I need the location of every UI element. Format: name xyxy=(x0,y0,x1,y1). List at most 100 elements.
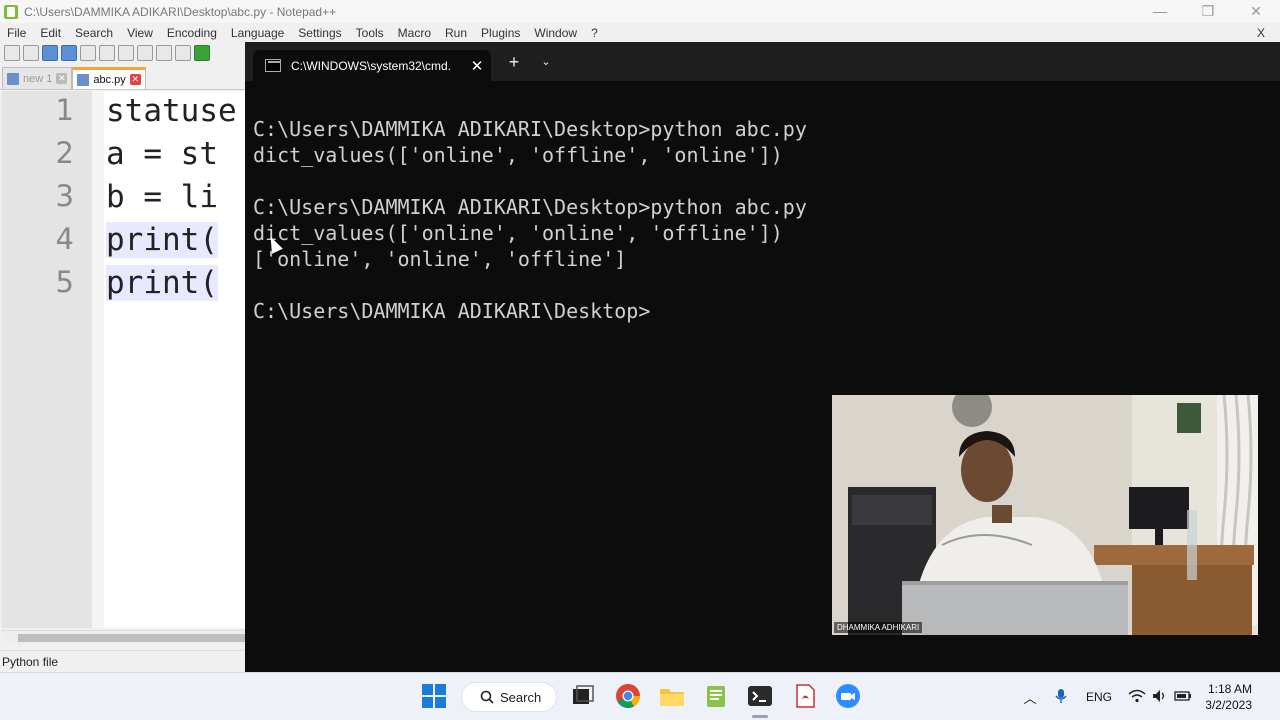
menu-run[interactable]: Run xyxy=(438,26,474,40)
horizontal-scrollbar[interactable] xyxy=(2,630,245,644)
terminal-line: dict_values(['online', 'online', 'offlin… xyxy=(253,221,783,245)
file-explorer-icon[interactable] xyxy=(659,683,685,709)
notepad-plus-plus-icon xyxy=(4,4,18,19)
npp-toolbar xyxy=(0,42,245,64)
print-icon[interactable] xyxy=(118,45,134,61)
line-number: 3 xyxy=(55,179,74,213)
close-button[interactable]: ✕ xyxy=(1232,0,1280,23)
terminal-line: dict_values(['online', 'offline', 'onlin… xyxy=(253,143,783,167)
menu-edit[interactable]: Edit xyxy=(33,26,68,40)
line-number: 5 xyxy=(55,265,74,299)
menu-plugins[interactable]: Plugins xyxy=(474,26,527,40)
webcam-overlay: DHAMMIKA ADHIKARI xyxy=(832,395,1258,635)
line-number: 1 xyxy=(55,93,74,127)
chrome-icon[interactable] xyxy=(615,683,641,709)
minimize-button[interactable]: — xyxy=(1136,0,1184,23)
clock-time: 1:18 AM xyxy=(1207,682,1252,696)
terminal-tab-bar: C:\WINDOWS\system32\cmd. ✕ + ⌄ xyxy=(245,42,1280,81)
microphone-icon[interactable] xyxy=(1048,688,1074,707)
open-file-icon[interactable] xyxy=(23,45,39,61)
code-line: b = li xyxy=(106,179,218,215)
taskbar-search-box[interactable]: Search xyxy=(461,682,557,712)
windows-taskbar: Search ︿ ENG 1:18 AM 3/2/2023 xyxy=(0,672,1280,720)
code-line: statuse xyxy=(106,93,237,129)
webcam-video-image xyxy=(832,395,1258,635)
menu-view[interactable]: View xyxy=(120,26,160,40)
new-file-icon[interactable] xyxy=(4,45,20,61)
terminal-line: C:\Users\DAMMIKA ADIKARI\Desktop>python … xyxy=(253,117,807,141)
npp-window-controls: — ❐ ✕ xyxy=(1136,0,1280,23)
language-indicator[interactable]: ENG xyxy=(1086,690,1112,704)
search-icon xyxy=(480,690,494,704)
menu-help[interactable]: ? xyxy=(584,26,605,40)
terminal-tab-cmd[interactable]: C:\WINDOWS\system32\cmd. ✕ xyxy=(253,50,491,81)
terminal-line: ['online', 'online', 'offline'] xyxy=(253,247,627,271)
new-tab-button[interactable]: + xyxy=(503,51,525,73)
cmd-icon xyxy=(265,59,281,72)
menu-search[interactable]: Search xyxy=(68,26,120,40)
terminal-line: C:\Users\DAMMIKA ADIKARI\Desktop>python … xyxy=(253,195,807,219)
close-all-icon[interactable] xyxy=(99,45,115,61)
menu-macro[interactable]: Macro xyxy=(391,26,438,40)
clock-date: 3/2/2023 xyxy=(1205,698,1252,712)
chevron-up-icon[interactable]: ︿ xyxy=(1020,688,1040,707)
volume-icon[interactable] xyxy=(1152,689,1168,706)
zoom-icon[interactable] xyxy=(835,683,861,709)
tab-abc-py[interactable]: abc.py ✕ xyxy=(72,67,146,89)
copy-icon[interactable] xyxy=(156,45,172,61)
search-label: Search xyxy=(500,689,542,705)
taskbar-clock[interactable]: 1:18 AM 3/2/2023 xyxy=(1205,681,1252,713)
windows-start-icon[interactable] xyxy=(421,683,447,709)
npp-window-title: C:\Users\DAMMIKA ADIKARI\Desktop\abc.py … xyxy=(24,4,337,19)
tab-new-1[interactable]: new 1 ✕ xyxy=(2,67,73,89)
wifi-icon[interactable] xyxy=(1128,689,1146,706)
scrollbar-thumb[interactable] xyxy=(18,634,245,642)
npp-title-bar: C:\Users\DAMMIKA ADIKARI\Desktop\abc.py … xyxy=(0,0,1280,23)
undo-icon[interactable] xyxy=(194,45,210,61)
menu-tools[interactable]: Tools xyxy=(349,26,391,40)
terminal-output[interactable]: C:\Users\DAMMIKA ADIKARI\Desktop>python … xyxy=(253,116,1253,324)
tab-label: abc.py xyxy=(93,73,126,86)
code-editor[interactable]: 1 2 3 4 5 statuse a = st b = li print( p… xyxy=(2,91,245,628)
line-number: 2 xyxy=(55,136,74,170)
fold-margin xyxy=(92,91,104,628)
webcam-name-label: DHAMMIKA ADHIKARI xyxy=(834,622,923,633)
tab-close-icon[interactable]: ✕ xyxy=(129,74,141,85)
system-tray: ︿ ENG xyxy=(1020,673,1192,720)
npp-status-bar: Python file xyxy=(0,650,245,672)
task-view-icon[interactable] xyxy=(570,683,596,709)
terminal-prompt: C:\Users\DAMMIKA ADIKARI\Desktop> xyxy=(253,299,651,323)
terminal-tab-close-icon[interactable]: ✕ xyxy=(463,57,491,75)
npp-menu-bar: File Edit Search View Encoding Language … xyxy=(0,23,1280,42)
close-document-button[interactable]: X xyxy=(1250,26,1272,40)
code-line: a = st xyxy=(106,136,218,172)
tab-close-icon[interactable]: ✕ xyxy=(56,73,68,84)
tab-label: new 1 xyxy=(23,72,53,85)
save-icon[interactable] xyxy=(42,45,58,61)
battery-icon[interactable] xyxy=(1174,690,1192,705)
menu-file[interactable]: File xyxy=(0,26,33,40)
terminal-tab-title: C:\WINDOWS\system32\cmd. xyxy=(291,58,452,73)
code-line: print( xyxy=(106,265,218,301)
close-file-icon[interactable] xyxy=(80,45,96,61)
menu-language[interactable]: Language xyxy=(224,26,291,40)
save-all-icon[interactable] xyxy=(61,45,77,61)
npp-tab-bar: new 1 ✕ abc.py ✕ xyxy=(0,66,245,90)
paste-icon[interactable] xyxy=(175,45,191,61)
notepad-plus-plus-taskbar-icon[interactable] xyxy=(703,683,729,709)
restore-button[interactable]: ❐ xyxy=(1184,0,1232,23)
menu-settings[interactable]: Settings xyxy=(291,26,348,40)
file-icon xyxy=(7,72,19,85)
menu-window[interactable]: Window xyxy=(527,26,584,40)
file-icon xyxy=(77,73,90,86)
code-line: print( xyxy=(106,222,218,258)
cut-icon[interactable] xyxy=(137,45,153,61)
tab-dropdown-button[interactable]: ⌄ xyxy=(535,51,557,73)
line-number: 4 xyxy=(55,222,74,256)
desktop: C:\Users\DAMMIKA ADIKARI\Desktop\abc.py … xyxy=(0,0,1280,720)
pdf-reader-icon[interactable] xyxy=(792,683,818,709)
menu-encoding[interactable]: Encoding xyxy=(160,26,224,40)
terminal-icon[interactable] xyxy=(747,683,773,709)
